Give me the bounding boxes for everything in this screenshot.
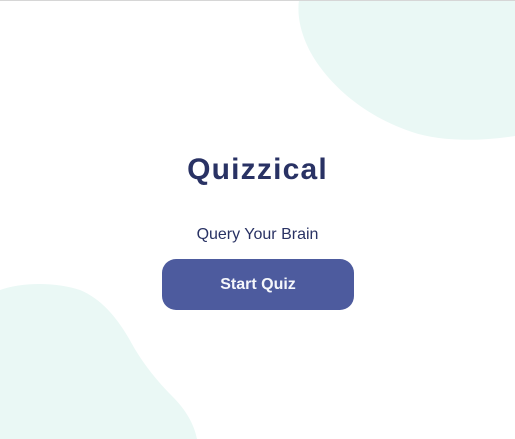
top-border [0,0,515,1]
intro-screen: Quizzical Query Your Brain Start Quiz [0,0,515,439]
app-title: Quizzical [187,153,328,186]
start-quiz-button[interactable]: Start Quiz [162,259,354,310]
app-tagline: Query Your Brain [196,226,319,243]
